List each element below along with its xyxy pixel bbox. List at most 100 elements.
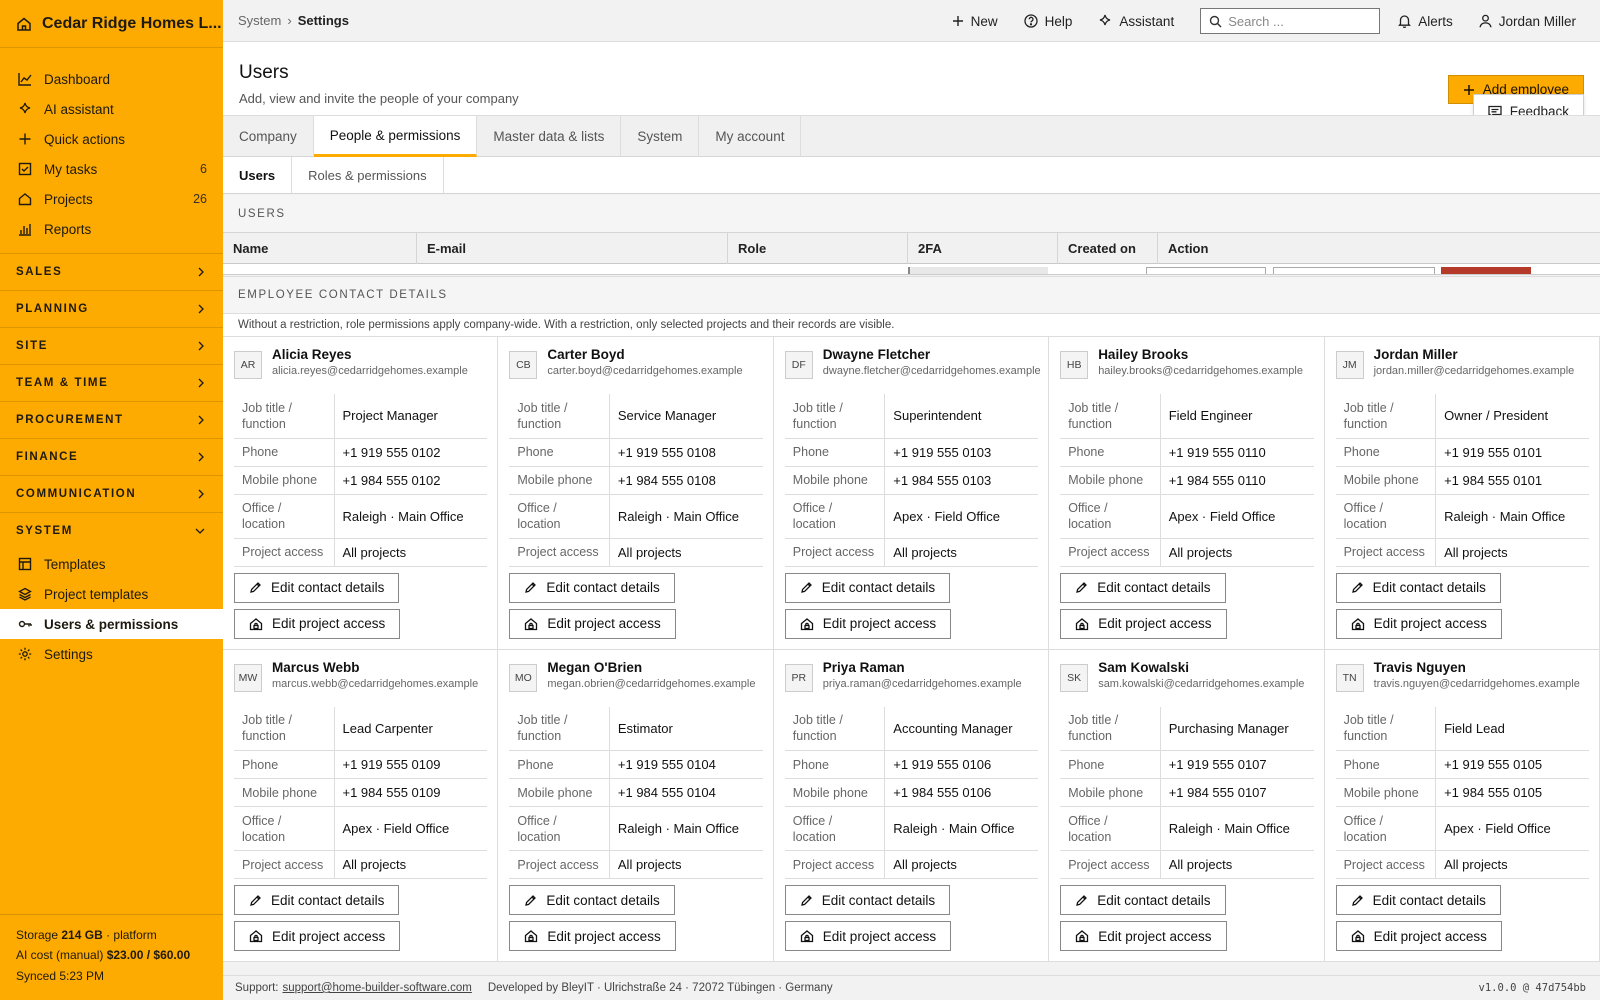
edit-project-access-button[interactable]: Edit project access xyxy=(509,921,676,951)
sidebar-item-settings[interactable]: Settings xyxy=(0,639,223,669)
column-header-created-on[interactable]: Created on xyxy=(1058,233,1158,264)
support-email-link[interactable]: support@home-builder-software.com xyxy=(282,982,471,994)
column-header-email[interactable]: E-mail xyxy=(417,233,728,264)
help-button[interactable]: Help xyxy=(1024,14,1072,29)
column-header-action[interactable]: Action xyxy=(1158,233,1600,264)
new-button[interactable]: New xyxy=(952,14,998,29)
field-label: Office / location xyxy=(1060,806,1161,851)
job-title-value: Project Manager xyxy=(334,394,488,439)
sidebar-item-project-templates[interactable]: Project templates xyxy=(0,579,223,609)
employee-email: carter.boyd@cedarridgehomes.example xyxy=(547,365,743,377)
detail-row-job: Job title / function Estimator xyxy=(509,706,763,751)
detail-row-phone: Phone +1 919 555 0103 xyxy=(784,438,1039,467)
sidebar-section-planning[interactable]: PLANNING xyxy=(0,290,223,327)
field-label: Mobile phone xyxy=(1335,466,1437,495)
sidebar-item-quick-actions[interactable]: Quick actions xyxy=(0,124,223,154)
detail-row-office: Office / location Apex · Field Office xyxy=(234,806,488,851)
users-table-header: Name E-mail Role 2FA Created on Action xyxy=(223,232,1600,264)
edit-contact-details-button[interactable]: Edit contact details xyxy=(509,885,675,915)
edit-contact-details-button[interactable]: Edit contact details xyxy=(1060,572,1226,603)
edit-project-access-button[interactable]: Edit project access xyxy=(234,608,401,639)
tab-system[interactable]: System xyxy=(621,116,700,157)
pencil-icon xyxy=(800,894,813,907)
sidebar-item-dashboard[interactable]: Dashboard xyxy=(0,64,223,94)
house-lock-icon xyxy=(800,929,814,943)
tab-my-account[interactable]: My account xyxy=(699,116,802,157)
detail-row-phone: Phone +1 919 555 0108 xyxy=(509,438,763,467)
sidebar-item-templates[interactable]: Templates xyxy=(0,549,223,579)
contacts-hint: Without a restriction, role permissions … xyxy=(223,314,1600,336)
house-lock-icon xyxy=(800,617,814,631)
sidebar-section-system[interactable]: SYSTEM xyxy=(0,512,223,549)
field-label: Mobile phone xyxy=(1060,778,1161,807)
edit-project-access-button[interactable]: Edit project access xyxy=(234,921,401,951)
field-label: Phone xyxy=(1335,438,1437,467)
row-action-button[interactable] xyxy=(1273,267,1435,274)
detail-row-access: Project access All projects xyxy=(234,538,488,567)
tab-people-permissions[interactable]: People & permissions xyxy=(313,116,478,157)
tab-master-data[interactable]: Master data & lists xyxy=(477,116,622,157)
edit-contact-details-button[interactable]: Edit contact details xyxy=(234,885,400,915)
field-label: Job title / function xyxy=(784,706,886,751)
edit-project-access-button[interactable]: Edit project access xyxy=(1335,921,1502,951)
sidebar-section-site[interactable]: SITE xyxy=(0,327,223,364)
field-label: Phone xyxy=(784,750,886,779)
employee-email: marcus.webb@cedarridgehomes.example xyxy=(272,677,479,690)
employee-name: Carter Boyd xyxy=(547,347,625,362)
app-brand[interactable]: Cedar Ridge Homes L... xyxy=(0,0,223,48)
sidebar-item-projects[interactable]: Projects 26 xyxy=(0,184,223,214)
sidebar-section-team-time[interactable]: TEAM & TIME xyxy=(0,364,223,401)
edit-contact-details-button[interactable]: Edit contact details xyxy=(509,572,675,603)
sidebar-item-users-permissions[interactable]: Users & permissions xyxy=(0,609,223,639)
search-input[interactable] xyxy=(1228,13,1369,29)
checkbox-icon xyxy=(18,162,44,176)
edit-contact-details-button[interactable]: Edit contact details xyxy=(1060,885,1226,915)
user-menu[interactable]: Jordan Miller xyxy=(1479,14,1576,29)
sidebar-section-finance[interactable]: FINANCE xyxy=(0,438,223,475)
users-section-header: USERS xyxy=(223,195,1600,232)
edit-project-access-button[interactable]: Edit project access xyxy=(784,608,952,639)
row-action-button[interactable] xyxy=(1146,267,1266,274)
edit-project-access-button[interactable]: Edit project access xyxy=(1060,921,1227,951)
column-header-2fa[interactable]: 2FA xyxy=(908,233,1058,264)
avatar: AR xyxy=(234,351,262,379)
edit-project-access-button[interactable]: Edit project access xyxy=(509,608,676,639)
subtab-users[interactable]: Users xyxy=(223,157,293,193)
edit-project-access-button[interactable]: Edit project access xyxy=(1060,608,1227,639)
alerts-button[interactable]: Alerts xyxy=(1398,14,1453,29)
row-delete-button[interactable] xyxy=(1441,267,1531,274)
edit-project-access-button[interactable]: Edit project access xyxy=(1335,608,1502,639)
sidebar-section-procurement[interactable]: PROCUREMENT xyxy=(0,401,223,438)
avatar: MO xyxy=(509,663,538,692)
sidebar-item-reports[interactable]: Reports xyxy=(0,214,223,244)
employee-card: TN Travis Nguyen travis.nguyen@cedarridg… xyxy=(1324,649,1600,962)
sidebar-section-sales[interactable]: SALES xyxy=(0,253,223,290)
search-box[interactable] xyxy=(1200,8,1381,34)
tab-company[interactable]: Company xyxy=(223,116,314,157)
employee-email: sam.kowalski@cedarridgehomes.example xyxy=(1098,677,1305,690)
edit-contact-details-button[interactable]: Edit contact details xyxy=(784,572,951,603)
edit-project-access-button[interactable]: Edit project access xyxy=(784,921,952,951)
breadcrumb-root[interactable]: System xyxy=(238,13,281,28)
sidebar-item-my-tasks[interactable]: My tasks 6 xyxy=(0,154,223,184)
field-label: Job title / function xyxy=(234,394,335,439)
detail-row-mobile: Mobile phone +1 984 555 0106 xyxy=(784,778,1039,807)
assistant-button[interactable]: Assistant xyxy=(1098,14,1174,29)
layers-icon xyxy=(18,587,44,601)
column-header-name[interactable]: Name xyxy=(223,233,417,264)
field-label: Project access xyxy=(784,850,886,879)
subtab-roles-permissions[interactable]: Roles & permissions xyxy=(292,157,444,193)
sidebar-item-ai-assistant[interactable]: AI assistant xyxy=(0,94,223,124)
contact-details-table: Job title / function Estimator Phone +1 91… xyxy=(509,706,763,879)
edit-contact-details-button[interactable]: Edit contact details xyxy=(234,572,400,603)
edit-contact-details-button[interactable]: Edit contact details xyxy=(1335,572,1501,603)
edit-contact-details-button[interactable]: Edit contact details xyxy=(784,885,951,915)
contact-details-table: Job title / function Owner / President Ph… xyxy=(1335,394,1589,567)
field-label: Project access xyxy=(509,538,610,567)
edit-contact-details-button[interactable]: Edit contact details xyxy=(1335,885,1501,915)
sidebar-section-communication[interactable]: COMMUNICATION xyxy=(0,475,223,512)
job-title-value: Estimator xyxy=(609,706,763,751)
employee-card: AR Alicia Reyes alicia.reyes@cedarridgeh… xyxy=(223,337,499,650)
detail-row-phone: Phone +1 919 555 0107 xyxy=(1060,750,1314,779)
column-header-role[interactable]: Role xyxy=(728,233,908,264)
